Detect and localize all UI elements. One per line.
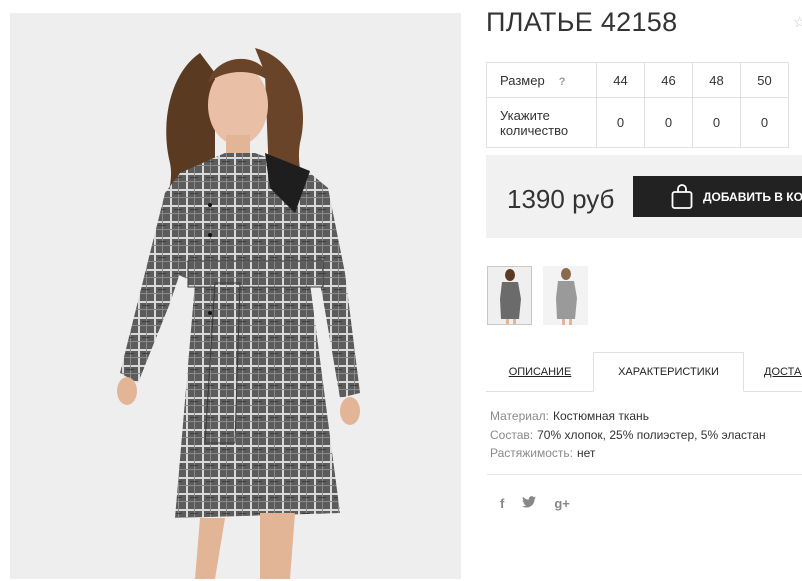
buy-box: 1390 руб ДОБАВИТЬ В КОРЗИНУ	[486, 155, 802, 238]
spec-value: 70% хлопок, 25% полиэстер, 5% эластан	[537, 427, 766, 442]
quantity-label: Укажите количество	[486, 97, 597, 148]
tab-characteristics[interactable]: ХАРАКТЕРИСТИКИ	[593, 352, 744, 392]
add-to-cart-label: ДОБАВИТЬ В КОРЗИНУ	[703, 189, 802, 204]
facebook-icon[interactable]: f	[500, 496, 504, 511]
quantity-input-44[interactable]: 0	[596, 97, 645, 148]
spec-key: Растяжимость:	[490, 446, 574, 460]
tab-delivery[interactable]: ДОСТАВКА	[764, 352, 802, 392]
twitter-icon[interactable]	[522, 496, 537, 511]
tab-description[interactable]: ОПИСАНИЕ	[486, 352, 594, 392]
size-48: 48	[692, 62, 741, 98]
spec-value: Костюмная ткань	[552, 409, 649, 423]
spec-value: нет	[577, 446, 596, 460]
specs-list: Материал: Костюмная ткань Состав: 70% хлоп…	[490, 407, 766, 463]
size-44: 44	[596, 62, 645, 98]
size-quantity-table: Размер? 44 46 48 50 Укажите количество 0…	[486, 62, 789, 148]
price: 1390 руб	[507, 184, 615, 214]
shopping-bag-icon	[671, 183, 693, 210]
size-label: Размер	[500, 72, 545, 88]
size-label-cell: Размер?	[486, 62, 597, 98]
product-title: ПЛАТЬЕ 42158	[486, 7, 678, 37]
add-to-cart-button[interactable]: ДОБАВИТЬ В КОРЗИНУ	[633, 176, 802, 217]
social-share: f g+	[500, 496, 570, 511]
star-icon[interactable]: ☆	[793, 15, 802, 31]
size-50: 50	[740, 62, 789, 98]
spec-key: Состав:	[490, 427, 534, 442]
spec-key: Материал:	[490, 409, 549, 423]
product-tabs: ОПИСАНИЕ ХАРАКТЕРИСТИКИ ДОСТАВКА	[486, 352, 802, 392]
spec-row-stretch: Растяжимость: нет	[490, 444, 766, 463]
divider	[487, 474, 802, 475]
spec-row-composition: Состав: 70% хлопок, 25% полиэстер, 5% эла…	[490, 426, 766, 445]
main-product-photo[interactable]	[10, 13, 461, 579]
size-46: 46	[644, 62, 693, 98]
quantity-input-48[interactable]: 0	[692, 97, 741, 148]
quantity-input-46[interactable]: 0	[644, 97, 693, 148]
googleplus-icon[interactable]: g+	[554, 496, 570, 511]
quantity-input-50[interactable]: 0	[740, 97, 789, 148]
help-icon[interactable]: ?	[559, 76, 566, 88]
thumbnail-side[interactable]	[543, 266, 588, 325]
spec-row-material: Материал: Костюмная ткань	[490, 407, 766, 426]
thumbnail-front[interactable]	[487, 266, 532, 325]
